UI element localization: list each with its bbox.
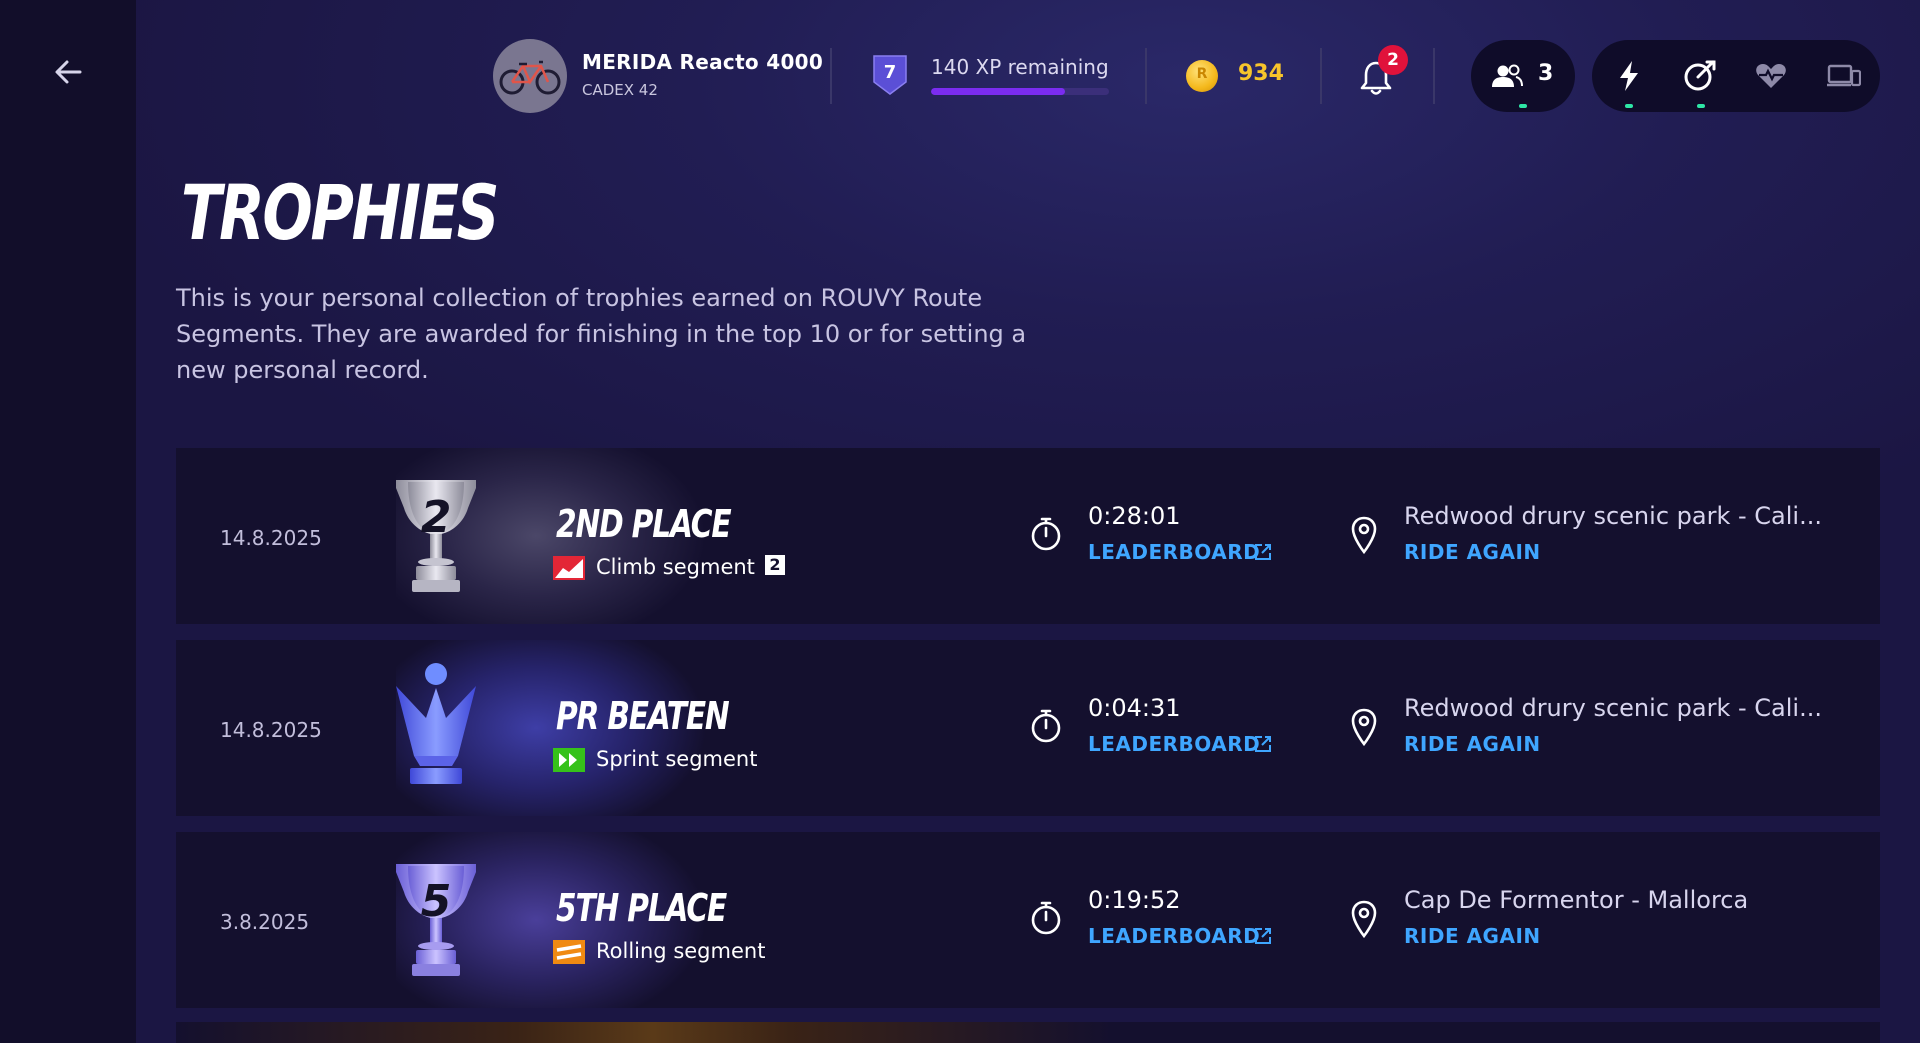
friends-icon [1491, 62, 1523, 90]
bike-icon [499, 60, 561, 95]
route-name: Cap De Formentor - Mallorca [1404, 886, 1749, 914]
friends-online-button[interactable] [1471, 40, 1575, 112]
header-divider [1320, 48, 1322, 104]
pr-trophy-icon [396, 663, 476, 784]
trophy-title: PR BEATEN [556, 694, 730, 738]
segment-type: Rolling segment [596, 939, 766, 963]
trophy-title: 2ND PLACE [556, 502, 732, 546]
back-arrow-icon [55, 60, 82, 84]
coin-symbol: R [1196, 66, 1208, 82]
rolling-segment-icon [553, 940, 585, 964]
external-link-icon[interactable] [1254, 927, 1272, 945]
back-button[interactable] [48, 52, 88, 92]
level-number: 7 [883, 62, 897, 83]
ride-again-link[interactable]: RIDE AGAIN [1404, 924, 1541, 948]
header-divider [1433, 48, 1435, 104]
left-rail [0, 0, 136, 1043]
segment-time: 0:19:52 [1088, 886, 1181, 914]
trophy-rank-number: 2 [420, 492, 452, 543]
lightning-icon[interactable] [1614, 58, 1644, 94]
page-intro: This is your personal collection of trop… [176, 284, 1027, 384]
trophy-date: 3.8.2025 [220, 910, 310, 934]
segment-type: Sprint segment [596, 747, 758, 771]
page-title: TROPHIES [181, 168, 499, 257]
cadence-icon[interactable] [1682, 58, 1718, 94]
segment-time: 0:04:31 [1088, 694, 1181, 722]
location-pin-icon [1351, 900, 1377, 938]
xp-progress-bar [931, 88, 1109, 95]
header-divider [830, 48, 832, 104]
ride-again-link[interactable]: RIDE AGAIN [1404, 732, 1541, 756]
external-link-icon[interactable] [1254, 735, 1272, 753]
trophy-rank-number: 5 [420, 876, 452, 927]
cadence-sensor-status-dot [1697, 104, 1705, 108]
segment-type: Climb segment [596, 555, 755, 579]
location-pin-icon [1351, 516, 1377, 554]
location-pin-icon [1351, 708, 1377, 746]
stopwatch-icon [1031, 517, 1061, 551]
trophy-date: 14.8.2025 [220, 718, 322, 742]
stopwatch-icon [1031, 709, 1061, 743]
header-divider [1145, 48, 1147, 104]
leaderboard-link[interactable]: LEADERBOARD [1088, 732, 1260, 756]
bike-avatar[interactable] [493, 39, 567, 113]
segment-time: 0:28:01 [1088, 502, 1181, 530]
trophy-card: 14.8.2025 2 2ND PLACE Climb segment 2 0:… [176, 448, 1880, 624]
power-sensor-status-dot [1625, 104, 1633, 108]
devices-icon[interactable] [1826, 62, 1862, 90]
friends-online-count: 3 [1538, 61, 1554, 86]
sprint-segment-icon [553, 748, 585, 772]
stopwatch-icon [1031, 901, 1061, 935]
climb-segment-icon [553, 556, 585, 580]
notification-count-badge: 2 [1378, 45, 1408, 75]
leaderboard-link[interactable]: LEADERBOARD [1088, 924, 1260, 948]
segment-category-badge: 2 [765, 555, 785, 575]
route-name: Redwood drury scenic park - Cali... [1404, 694, 1822, 722]
trophy-card-partial [176, 1022, 1880, 1043]
trophy-card: 14.8.2025 PR BEATEN Sprint segment 0:04:… [176, 640, 1880, 816]
coin-balance: 934 [1238, 61, 1284, 86]
route-name: Redwood drury scenic park - Cali... [1404, 502, 1822, 530]
leaderboard-link[interactable]: LEADERBOARD [1088, 540, 1260, 564]
xp-remaining-text: 140 XP remaining [931, 55, 1109, 79]
trophy-title: 5TH PLACE [556, 886, 727, 930]
trophy-card: 3.8.2025 5 5TH PLACE Rolling segment 0:1… [176, 832, 1880, 1008]
external-link-icon[interactable] [1254, 543, 1272, 561]
bike-name: MERIDA Reacto 4000 [582, 50, 824, 74]
friends-status-dot [1519, 104, 1527, 108]
bike-wheels: CADEX 42 [582, 81, 658, 99]
xp-progress-fill [931, 88, 1065, 95]
heart-rate-icon[interactable] [1754, 60, 1788, 92]
ride-again-link[interactable]: RIDE AGAIN [1404, 540, 1541, 564]
trophy-date: 14.8.2025 [220, 526, 322, 550]
